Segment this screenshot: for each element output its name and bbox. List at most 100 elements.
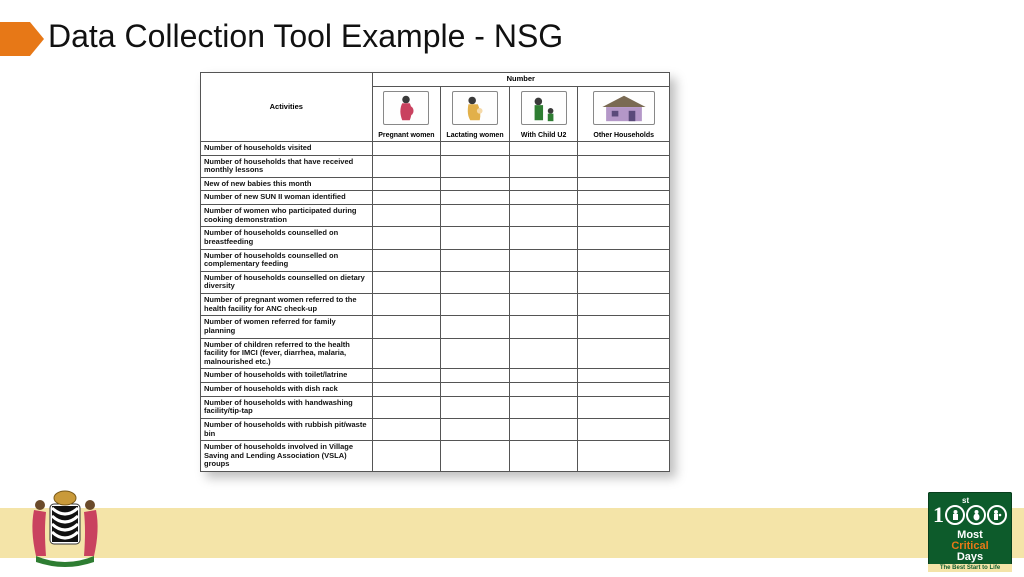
logo-circle-icon [945,505,965,525]
data-cell [578,441,670,472]
data-cell [578,316,670,338]
data-cell [509,383,578,397]
data-cell [578,177,670,191]
data-cell [509,227,578,249]
table-row: Number of households with dish rack [201,383,670,397]
col-lactating: Lactating women [441,86,510,141]
data-cell [509,441,578,472]
activity-label: Number of children referred to the healt… [201,338,373,369]
col-pregnant: Pregnant women [372,86,441,141]
with-child-icon [521,91,567,125]
data-cell [509,141,578,155]
data-cell [578,191,670,205]
data-cell [578,249,670,271]
activity-label: Number of women referred for family plan… [201,316,373,338]
table-row: Number of women referred for family plan… [201,316,670,338]
data-cell [509,205,578,227]
data-cell [578,418,670,440]
data-cell [509,338,578,369]
data-cell [441,316,510,338]
activity-label: Number of households counselled on compl… [201,249,373,271]
data-cell [509,369,578,383]
activity-label: Number of households counselled on breas… [201,227,373,249]
table-row: Number of households counselled on compl… [201,249,670,271]
activity-label: Number of women who participated during … [201,205,373,227]
data-cell [441,271,510,293]
data-cell [578,383,670,397]
data-cell [578,141,670,155]
data-cell [509,294,578,316]
data-cell [578,396,670,418]
data-cell [578,369,670,383]
accent-chevron [0,22,30,56]
data-cell [372,177,441,191]
data-cell [509,249,578,271]
data-cell [441,338,510,369]
data-cell [441,227,510,249]
activity-label: New of new babies this month [201,177,373,191]
data-cell [509,316,578,338]
table-row: Number of pregnant women referred to the… [201,294,670,316]
data-cell [441,396,510,418]
logo-circle-icon [966,505,986,525]
table-row: Number of households counselled on dieta… [201,271,670,293]
table-row: Number of children referred to the healt… [201,338,670,369]
data-cell [372,441,441,472]
data-cell [509,396,578,418]
activity-label: Number of households involved in Village… [201,441,373,472]
table-row: Number of households with rubbish pit/wa… [201,418,670,440]
data-cell [372,271,441,293]
data-cell [509,191,578,205]
table-row: Number of households that have received … [201,155,670,177]
data-collection-table: Activities Number Pregnant women Lactati… [200,72,670,472]
data-cell [509,271,578,293]
activity-label: Number of households that have received … [201,155,373,177]
number-header: Number [372,73,669,87]
data-cell [578,338,670,369]
table-row: Number of households involved in Village… [201,441,670,472]
data-cell [441,441,510,472]
table-row: Number of new SUN II woman identified [201,191,670,205]
table-row: Number of households with handwashing fa… [201,396,670,418]
table-row: Number of women who participated during … [201,205,670,227]
activity-label: Number of households with handwashing fa… [201,396,373,418]
data-cell [441,141,510,155]
data-cell [441,369,510,383]
data-cell [372,141,441,155]
data-cell [372,191,441,205]
data-cell [372,227,441,249]
logo-circle-icon [987,505,1007,525]
data-cell [372,418,441,440]
data-cell [441,249,510,271]
table-row: Number of households counselled on breas… [201,227,670,249]
data-cell [441,177,510,191]
table-row: Number of households visited [201,141,670,155]
coat-of-arms-icon [6,490,124,572]
data-cell [441,205,510,227]
page-title: Data Collection Tool Example - NSG [48,18,563,55]
data-cell [372,369,441,383]
activity-label: Number of households counselled on dieta… [201,271,373,293]
house-icon [593,91,655,125]
data-cell [372,396,441,418]
data-cell [578,155,670,177]
col-other-hh: Other Households [578,86,670,141]
data-cell [441,294,510,316]
data-cell [441,383,510,397]
data-cell [372,338,441,369]
logo-digit-1: 1 [933,502,944,528]
logo-tagline: The Best Start to Life [928,564,1012,572]
table-row: Number of households with toilet/latrine [201,369,670,383]
data-cell [578,294,670,316]
data-cell [441,418,510,440]
data-cell [372,155,441,177]
table-row: New of new babies this month [201,177,670,191]
lactating-woman-icon [452,91,498,125]
data-cell [578,205,670,227]
data-cell [509,177,578,191]
data-cell [372,294,441,316]
activity-label: Number of households with toilet/latrine [201,369,373,383]
activity-label: Number of pregnant women referred to the… [201,294,373,316]
data-cell [509,418,578,440]
pregnant-woman-icon [383,91,429,125]
